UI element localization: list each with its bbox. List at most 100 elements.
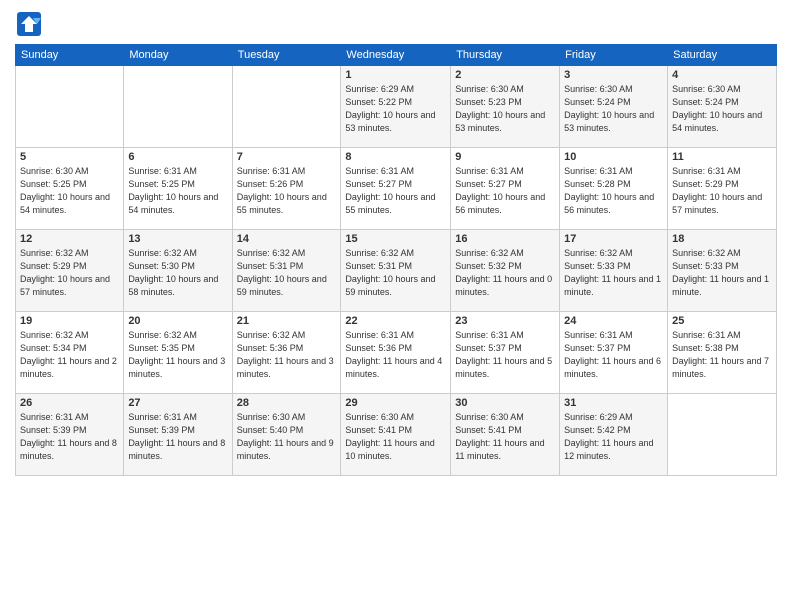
day-number: 19: [20, 315, 119, 327]
day-number: 30: [455, 397, 555, 409]
calendar-cell: 4Sunrise: 6:30 AM Sunset: 5:24 PM Daylig…: [668, 66, 777, 148]
calendar-cell: 19 Sunrise: 6:32 AM Sunset: 5:34 PM Dayli…: [16, 312, 124, 394]
day-info: Sunrise: 6:31 AM Sunset: 5:36 PM Dayligh…: [345, 329, 446, 381]
header: [15, 10, 777, 38]
calendar-cell: [668, 394, 777, 476]
day-info: Sunrise: 6:30 AM Sunset: 5:24 PM Dayligh…: [564, 83, 663, 135]
day-info: Sunrise: 6:31 AM Sunset: 5:27 PM Dayligh…: [345, 165, 446, 217]
weekday-header-friday: Friday: [560, 45, 668, 66]
calendar-week-row: 5 Sunrise: 6:30 AM Sunset: 5:25 PM Daylig…: [16, 148, 777, 230]
day-info: Sunrise: 6:32 AM Sunset: 5:33 PM Dayligh…: [564, 247, 663, 299]
day-number: 3: [564, 69, 663, 81]
calendar-cell: 1 Sunrise: 6:29 AM Sunset: 5:22 PM Daylig…: [341, 66, 451, 148]
calendar-cell: 2 Sunrise: 6:30 AM Sunset: 5:23 PM Daylig…: [451, 66, 560, 148]
day-number: 17: [564, 233, 663, 245]
day-info: Sunrise: 6:30 AM Sunset: 5:40 PM Dayligh…: [237, 411, 337, 463]
day-info: Sunrise: 6:31 AM Sunset: 5:39 PM Dayligh…: [128, 411, 227, 463]
calendar-cell: [16, 66, 124, 148]
day-info: Sunrise: 6:32 AM Sunset: 5:35 PM Dayligh…: [128, 329, 227, 381]
day-number: 29: [345, 397, 446, 409]
day-info: Sunrise: 6:32 AM Sunset: 5:31 PM Dayligh…: [345, 247, 446, 299]
calendar-cell: 8Sunrise: 6:31 AM Sunset: 5:27 PM Daylig…: [341, 148, 451, 230]
day-number: 20: [128, 315, 227, 327]
calendar-cell: 21Sunrise: 6:32 AM Sunset: 5:36 PM Dayli…: [232, 312, 341, 394]
calendar-cell: 15Sunrise: 6:32 AM Sunset: 5:31 PM Dayli…: [341, 230, 451, 312]
calendar-cell: 25Sunrise: 6:31 AM Sunset: 5:38 PM Dayli…: [668, 312, 777, 394]
day-number: 6: [128, 151, 227, 163]
weekday-header-saturday: Saturday: [668, 45, 777, 66]
day-number: 24: [564, 315, 663, 327]
calendar-cell: 31 Sunrise: 6:29 AM Sunset: 5:42 PM Dayli…: [560, 394, 668, 476]
day-number: 5: [20, 151, 119, 163]
day-info: Sunrise: 6:31 AM Sunset: 5:27 PM Dayligh…: [455, 165, 555, 217]
day-info: Sunrise: 6:30 AM Sunset: 5:25 PM Dayligh…: [20, 165, 119, 217]
calendar-cell: 13 Sunrise: 6:32 AM Sunset: 5:30 PM Dayli…: [124, 230, 232, 312]
calendar-cell: 18Sunrise: 6:32 AM Sunset: 5:33 PM Dayli…: [668, 230, 777, 312]
day-info: Sunrise: 6:31 AM Sunset: 5:37 PM Dayligh…: [564, 329, 663, 381]
calendar-header-row: SundayMondayTuesdayWednesdayThursdayFrid…: [16, 45, 777, 66]
calendar-week-row: 1 Sunrise: 6:29 AM Sunset: 5:22 PM Daylig…: [16, 66, 777, 148]
calendar-week-row: 12 Sunrise: 6:32 AM Sunset: 5:29 PM Dayli…: [16, 230, 777, 312]
day-info: Sunrise: 6:31 AM Sunset: 5:26 PM Dayligh…: [237, 165, 337, 217]
day-number: 27: [128, 397, 227, 409]
day-info: Sunrise: 6:30 AM Sunset: 5:41 PM Dayligh…: [345, 411, 446, 463]
calendar-cell: [124, 66, 232, 148]
calendar-cell: 17 Sunrise: 6:32 AM Sunset: 5:33 PM Dayli…: [560, 230, 668, 312]
logo: [15, 10, 47, 38]
weekday-header-wednesday: Wednesday: [341, 45, 451, 66]
calendar-cell: 24 Sunrise: 6:31 AM Sunset: 5:37 PM Dayli…: [560, 312, 668, 394]
day-info: Sunrise: 6:32 AM Sunset: 5:31 PM Dayligh…: [237, 247, 337, 299]
day-info: Sunrise: 6:31 AM Sunset: 5:25 PM Dayligh…: [128, 165, 227, 217]
day-info: Sunrise: 6:32 AM Sunset: 5:30 PM Dayligh…: [128, 247, 227, 299]
calendar-week-row: 26 Sunrise: 6:31 AM Sunset: 5:39 PM Dayli…: [16, 394, 777, 476]
calendar-cell: [232, 66, 341, 148]
day-info: Sunrise: 6:31 AM Sunset: 5:39 PM Dayligh…: [20, 411, 119, 463]
day-number: 23: [455, 315, 555, 327]
day-number: 12: [20, 233, 119, 245]
day-number: 18: [672, 233, 772, 245]
calendar-cell: 12 Sunrise: 6:32 AM Sunset: 5:29 PM Dayli…: [16, 230, 124, 312]
day-info: Sunrise: 6:31 AM Sunset: 5:29 PM Dayligh…: [672, 165, 772, 217]
day-info: Sunrise: 6:32 AM Sunset: 5:32 PM Dayligh…: [455, 247, 555, 299]
day-info: Sunrise: 6:32 AM Sunset: 5:34 PM Dayligh…: [20, 329, 119, 381]
day-number: 28: [237, 397, 337, 409]
calendar-cell: 11Sunrise: 6:31 AM Sunset: 5:29 PM Dayli…: [668, 148, 777, 230]
day-info: Sunrise: 6:30 AM Sunset: 5:23 PM Dayligh…: [455, 83, 555, 135]
calendar-table: SundayMondayTuesdayWednesdayThursdayFrid…: [15, 44, 777, 476]
day-info: Sunrise: 6:29 AM Sunset: 5:42 PM Dayligh…: [564, 411, 663, 463]
day-number: 4: [672, 69, 772, 81]
calendar-cell: 27 Sunrise: 6:31 AM Sunset: 5:39 PM Dayli…: [124, 394, 232, 476]
calendar-cell: 16 Sunrise: 6:32 AM Sunset: 5:32 PM Dayli…: [451, 230, 560, 312]
weekday-header-tuesday: Tuesday: [232, 45, 341, 66]
day-number: 7: [237, 151, 337, 163]
day-info: Sunrise: 6:32 AM Sunset: 5:29 PM Dayligh…: [20, 247, 119, 299]
day-info: Sunrise: 6:31 AM Sunset: 5:37 PM Dayligh…: [455, 329, 555, 381]
calendar-cell: 22Sunrise: 6:31 AM Sunset: 5:36 PM Dayli…: [341, 312, 451, 394]
calendar-cell: 7 Sunrise: 6:31 AM Sunset: 5:26 PM Daylig…: [232, 148, 341, 230]
day-number: 10: [564, 151, 663, 163]
day-info: Sunrise: 6:29 AM Sunset: 5:22 PM Dayligh…: [345, 83, 446, 135]
calendar-cell: 3 Sunrise: 6:30 AM Sunset: 5:24 PM Daylig…: [560, 66, 668, 148]
weekday-header-sunday: Sunday: [16, 45, 124, 66]
day-number: 31: [564, 397, 663, 409]
calendar-cell: 28 Sunrise: 6:30 AM Sunset: 5:40 PM Dayli…: [232, 394, 341, 476]
day-number: 25: [672, 315, 772, 327]
calendar-cell: 26 Sunrise: 6:31 AM Sunset: 5:39 PM Dayli…: [16, 394, 124, 476]
day-number: 1: [345, 69, 446, 81]
calendar-cell: 30 Sunrise: 6:30 AM Sunset: 5:41 PM Dayli…: [451, 394, 560, 476]
calendar-cell: 9 Sunrise: 6:31 AM Sunset: 5:27 PM Daylig…: [451, 148, 560, 230]
calendar-cell: 10Sunrise: 6:31 AM Sunset: 5:28 PM Dayli…: [560, 148, 668, 230]
calendar-week-row: 19 Sunrise: 6:32 AM Sunset: 5:34 PM Dayli…: [16, 312, 777, 394]
day-number: 2: [455, 69, 555, 81]
day-info: Sunrise: 6:32 AM Sunset: 5:36 PM Dayligh…: [237, 329, 337, 381]
day-number: 16: [455, 233, 555, 245]
calendar-cell: 14 Sunrise: 6:32 AM Sunset: 5:31 PM Dayli…: [232, 230, 341, 312]
day-number: 13: [128, 233, 227, 245]
day-number: 9: [455, 151, 555, 163]
day-number: 14: [237, 233, 337, 245]
calendar-cell: 5 Sunrise: 6:30 AM Sunset: 5:25 PM Daylig…: [16, 148, 124, 230]
weekday-header-monday: Monday: [124, 45, 232, 66]
day-info: Sunrise: 6:30 AM Sunset: 5:41 PM Dayligh…: [455, 411, 555, 463]
calendar-cell: 6 Sunrise: 6:31 AM Sunset: 5:25 PM Daylig…: [124, 148, 232, 230]
day-number: 26: [20, 397, 119, 409]
